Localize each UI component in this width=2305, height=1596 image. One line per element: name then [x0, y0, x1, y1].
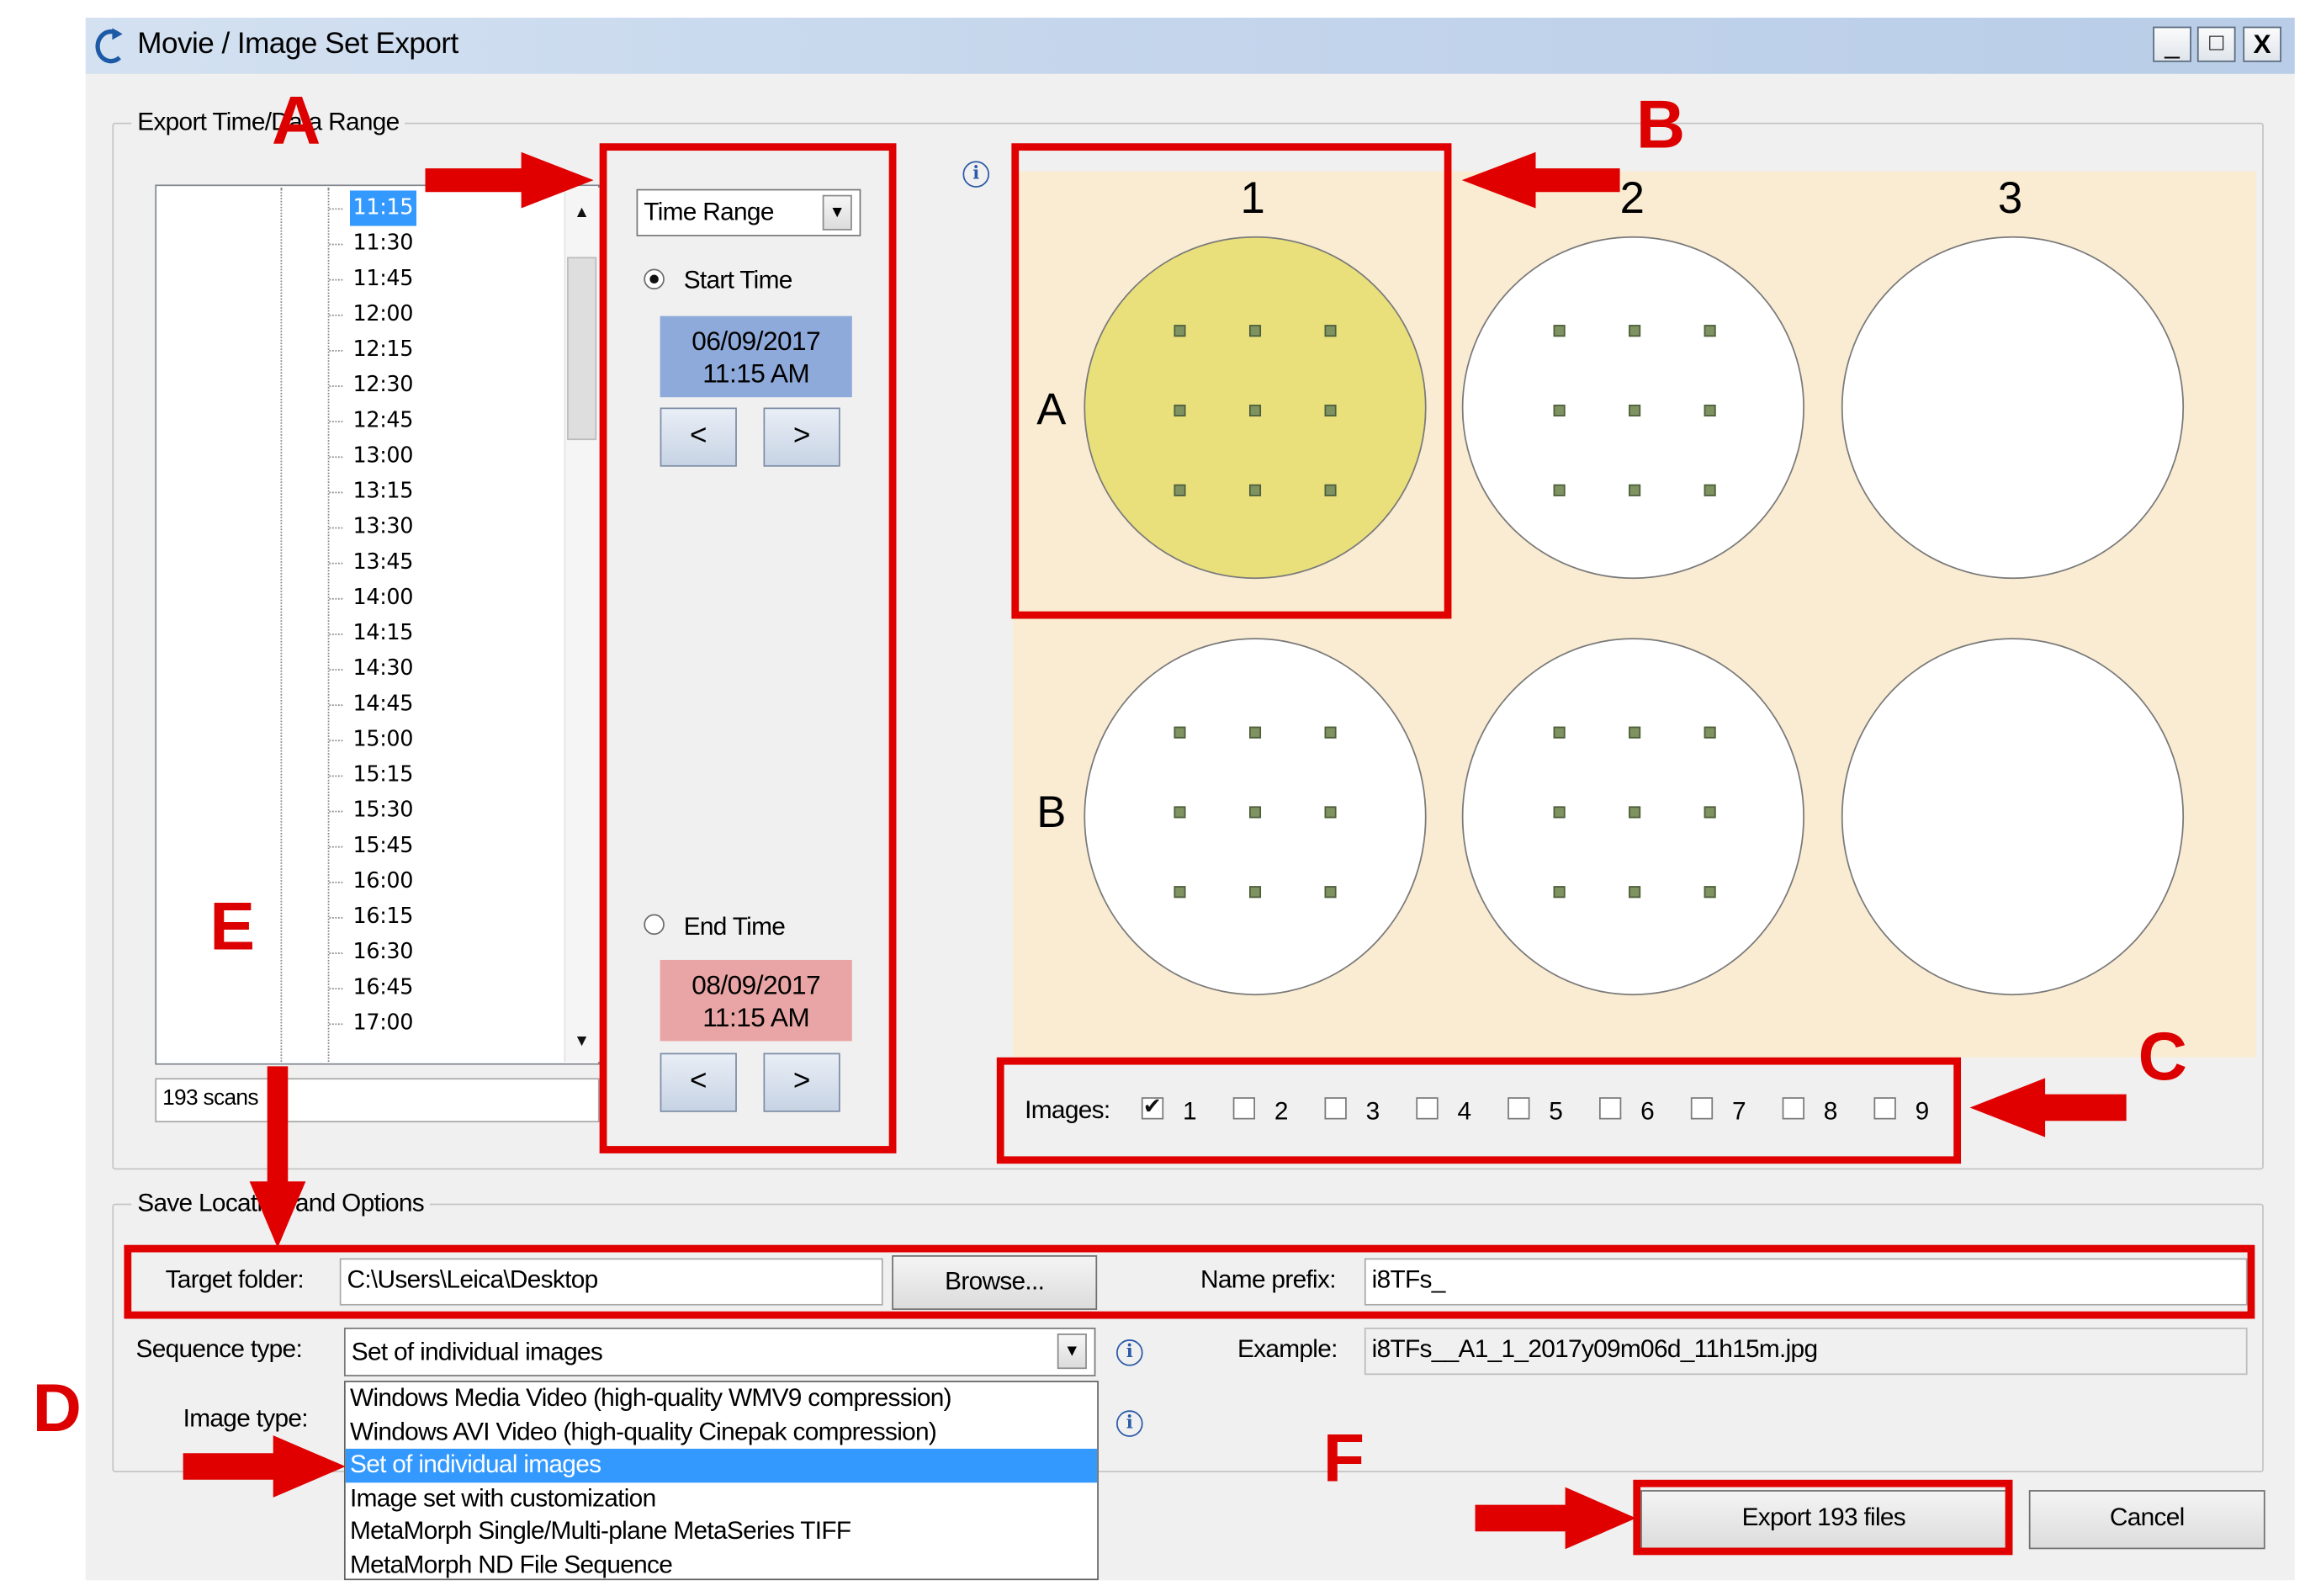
annotation-letter-F: F — [1322, 1418, 1365, 1497]
annotation-letter-A: A — [271, 81, 321, 158]
annotation-arrows — [183, 151, 2127, 1550]
annotation-letter-B: B — [1635, 85, 1686, 163]
annotation-letter-E: E — [209, 887, 256, 965]
annotation-letter-D: D — [32, 1369, 82, 1446]
screenshot-stage: Movie / Image Set Export _ □ X Export Ti… — [0, 0, 2305, 1596]
arrow-right-icon — [183, 1435, 346, 1498]
arrow-left-icon — [1461, 151, 1620, 209]
annotation-letter-C: C — [2138, 1017, 2188, 1095]
arrow-left-icon — [1969, 1078, 2127, 1137]
arrow-right-icon — [1475, 1487, 1636, 1550]
arrow-right-icon — [425, 151, 594, 209]
arrow-down-icon — [249, 1066, 306, 1249]
